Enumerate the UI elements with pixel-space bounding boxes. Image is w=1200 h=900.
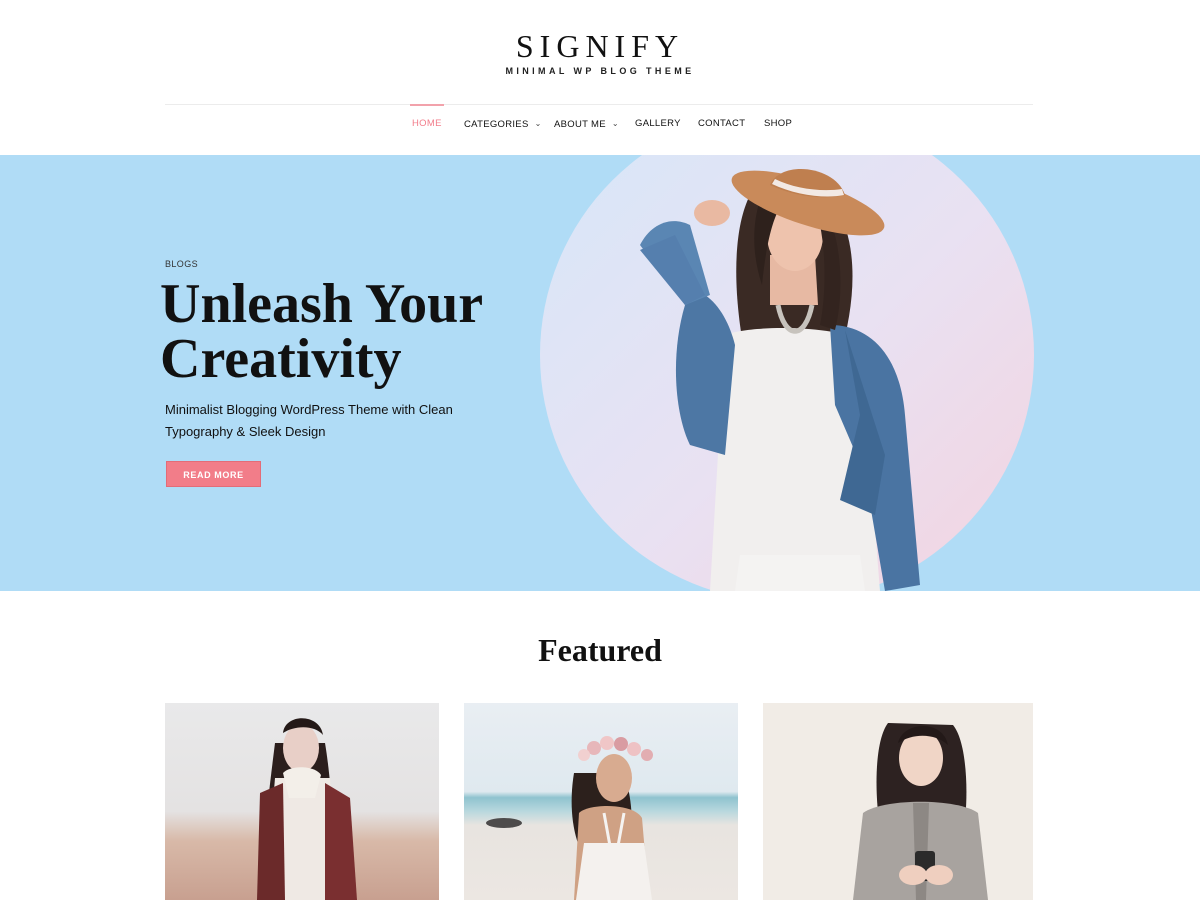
site-logo[interactable]: SIGNIFY xyxy=(0,28,1200,64)
nav-item-label: SHOP xyxy=(764,118,793,129)
nav-item-contact[interactable]: CONTACT xyxy=(698,104,745,154)
featured-card-image[interactable] xyxy=(763,703,1033,900)
nav-item-label: CONTACT xyxy=(698,118,746,129)
featured-heading: Featured xyxy=(538,632,662,668)
nav-item-about-me[interactable]: ABOUT ME ⌄ xyxy=(554,104,619,154)
hero-portrait-image xyxy=(640,168,920,591)
featured-card-image[interactable] xyxy=(165,703,439,900)
nav-item-categories[interactable]: CATEGORIES ⌄ xyxy=(464,104,542,154)
hero-section: BLOGS Unleash Your Creativity Minimalist… xyxy=(0,155,1200,591)
main-navigation: HOME CATEGORIES ⌄ ABOUT ME ⌄ GALLERY CONTA… xyxy=(0,104,1200,154)
chevron-down-icon: ⌄ xyxy=(611,119,619,128)
nav-item-label: HOME xyxy=(412,118,442,129)
nav-item-label: CATEGORIES xyxy=(464,119,529,130)
nav-item-label: ABOUT ME xyxy=(554,119,606,130)
chevron-down-icon: ⌄ xyxy=(534,119,542,128)
site-header: SIGNIFY MINIMAL WP BLOG THEME xyxy=(0,0,1200,104)
hero-category-label[interactable]: BLOGS xyxy=(165,259,198,269)
featured-photo-flower-crown xyxy=(486,736,653,900)
read-more-button[interactable]: READ MORE xyxy=(166,461,261,487)
featured-photo-woman-phone xyxy=(853,723,988,900)
nav-item-home[interactable]: HOME xyxy=(410,104,444,154)
featured-card-image[interactable] xyxy=(464,703,738,900)
site-tagline: MINIMAL WP BLOG THEME xyxy=(505,66,695,76)
nav-item-label: GALLERY xyxy=(635,118,681,129)
featured-photo-woman-beach xyxy=(257,718,357,900)
nav-item-shop[interactable]: SHOP xyxy=(764,104,792,154)
hero-title: Unleash Your Creativity xyxy=(160,273,483,390)
hero-subtitle: Minimalist Blogging WordPress Theme with… xyxy=(165,402,453,439)
nav-item-gallery[interactable]: GALLERY xyxy=(635,104,681,154)
